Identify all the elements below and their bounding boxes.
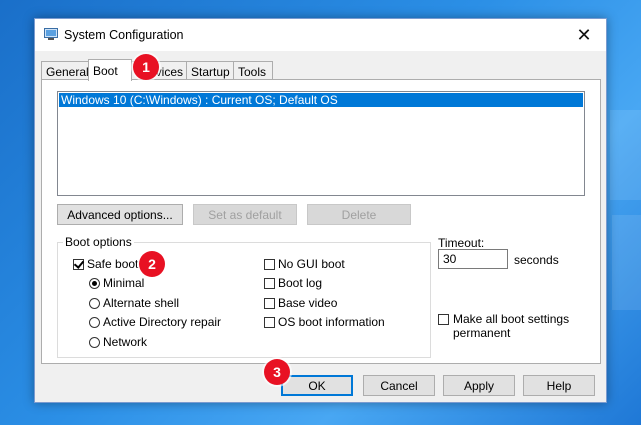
network-label: Network [103, 335, 148, 349]
boot-log-checkbox[interactable]: Boot log [264, 276, 322, 290]
checkbox-icon [264, 277, 275, 289]
close-icon: ✕ [576, 24, 592, 45]
checkbox-icon [438, 314, 449, 325]
msconfig-icon [44, 28, 58, 40]
checkbox-icon [264, 258, 275, 270]
timeout-unit-label: seconds [514, 253, 559, 267]
checkbox-checked-icon [73, 258, 84, 270]
title-bar: System Configuration ✕ [35, 19, 606, 51]
base-video-checkbox[interactable]: Base video [264, 296, 337, 310]
timeout-input[interactable]: 30 [438, 249, 508, 269]
make-permanent-label-line2: permanent [453, 326, 511, 340]
os-list-item-selected[interactable]: Windows 10 (C:\Windows) : Current OS; De… [59, 93, 583, 107]
safe-boot-label: Safe boot [87, 257, 139, 271]
make-permanent-checkbox[interactable]: Make all boot settings permanent [438, 312, 569, 340]
window-title: System Configuration [64, 28, 184, 42]
os-boot-information-checkbox[interactable]: OS boot information [264, 315, 385, 329]
tab-boot[interactable]: Boot [88, 59, 132, 81]
radio-icon [89, 316, 100, 328]
os-boot-information-label: OS boot information [278, 315, 385, 329]
help-button[interactable]: Help [523, 375, 595, 396]
system-configuration-window: System Configuration ✕ General Boot Serv… [34, 18, 607, 403]
set-as-default-button[interactable]: Set as default [193, 204, 297, 225]
radio-icon [89, 297, 100, 309]
delete-button[interactable]: Delete [307, 204, 411, 225]
boot-log-label: Boot log [278, 276, 323, 290]
annotation-badge-3: 3 [264, 359, 290, 385]
alternate-shell-radio[interactable]: Alternate shell [89, 296, 179, 310]
tab-startup[interactable]: Startup [186, 61, 234, 79]
active-directory-repair-label: Active Directory repair [103, 315, 222, 329]
annotation-badge-2: 2 [139, 251, 165, 277]
checkbox-icon [264, 316, 275, 328]
boot-options-label: Boot options [63, 235, 134, 249]
annotation-badge-1: 1 [133, 54, 159, 80]
make-permanent-label-line1: Make all boot settings [453, 312, 570, 326]
network-radio[interactable]: Network [89, 335, 147, 349]
alternate-shell-label: Alternate shell [103, 296, 180, 310]
no-gui-boot-label: No GUI boot [278, 257, 345, 271]
minimal-label: Minimal [103, 276, 145, 290]
os-list[interactable]: Windows 10 (C:\Windows) : Current OS; De… [57, 91, 585, 196]
radio-icon [89, 336, 100, 348]
desktop-light-shape [612, 215, 641, 310]
boot-tab-panel: Windows 10 (C:\Windows) : Current OS; De… [41, 79, 601, 364]
base-video-label: Base video [278, 296, 338, 310]
ok-button[interactable]: OK [281, 375, 353, 396]
safe-boot-checkbox[interactable]: Safe boot [73, 257, 138, 271]
minimal-radio[interactable]: Minimal [89, 276, 144, 290]
advanced-options-button[interactable]: Advanced options... [57, 204, 183, 225]
close-button[interactable]: ✕ [562, 19, 606, 51]
no-gui-boot-checkbox[interactable]: No GUI boot [264, 257, 345, 271]
timeout-label: Timeout: [438, 236, 485, 250]
cancel-button[interactable]: Cancel [363, 375, 435, 396]
checkbox-icon [264, 297, 275, 309]
tab-general[interactable]: General [41, 61, 89, 79]
tab-tools[interactable]: Tools [233, 61, 273, 79]
active-directory-repair-radio[interactable]: Active Directory repair [89, 315, 221, 329]
desktop-light-shape [610, 110, 641, 200]
apply-button[interactable]: Apply [443, 375, 515, 396]
radio-selected-icon [89, 277, 100, 289]
